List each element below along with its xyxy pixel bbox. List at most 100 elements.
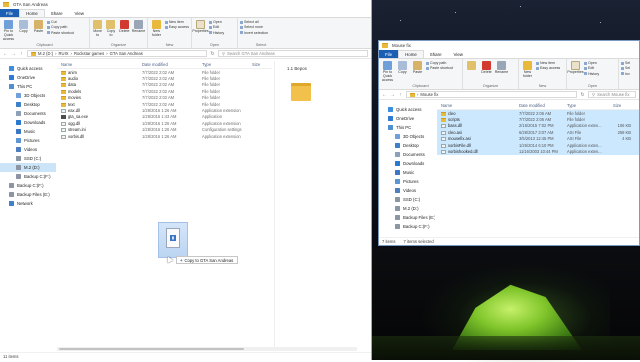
- easy-access-button[interactable]: Easy access: [536, 66, 560, 70]
- open-button[interactable]: Open: [584, 61, 599, 65]
- nav-item[interactable]: SSD (C:): [0, 154, 56, 163]
- column-size[interactable]: Size: [252, 62, 272, 67]
- nav-item[interactable]: Documents: [379, 150, 435, 159]
- easy-access-button[interactable]: Easy access: [164, 25, 189, 29]
- invert-selection-button[interactable]: Invert selection: [240, 31, 268, 35]
- nav-item[interactable]: This PC: [379, 123, 435, 132]
- column-name[interactable]: Name: [437, 103, 519, 108]
- file-row[interactable]: ogg.dll 1/28/2016 1:26 AM Application exte…: [57, 120, 272, 126]
- paste-button[interactable]: Paste: [32, 20, 45, 34]
- file-row[interactable]: cleo 7/7/2022 2:06 AM File folder: [437, 110, 639, 117]
- nav-item[interactable]: Backup Files (E:): [379, 213, 435, 222]
- nav-item[interactable]: Network: [0, 199, 56, 208]
- copy-path-button[interactable]: Copy path: [426, 61, 453, 65]
- file-row[interactable]: vorbis.dll 1/28/2016 1:26 AM Application e…: [57, 133, 272, 139]
- file-row[interactable]: eax.dll 1/28/2016 1:26 AM Application exte…: [57, 107, 272, 113]
- nav-item[interactable]: Backup C:(F:): [0, 172, 56, 181]
- file-row[interactable]: data 7/7/2022 2:02 AM File folder: [57, 82, 272, 88]
- back-arrow-icon[interactable]: ←: [382, 92, 387, 98]
- file-row[interactable]: vorbisFile.dll 1/26/2014 6:10 PM Applicati…: [437, 141, 639, 149]
- tab-home[interactable]: Home: [398, 50, 424, 58]
- nav-item[interactable]: Backup C:(F:): [379, 222, 435, 231]
- tab-file[interactable]: File: [379, 50, 399, 58]
- copy-path-button[interactable]: Copy path: [47, 25, 74, 29]
- nav-item[interactable]: Videos: [379, 186, 435, 195]
- nav-item[interactable]: Quick access: [379, 105, 435, 114]
- column-type[interactable]: Type: [202, 62, 252, 67]
- nav-item[interactable]: Quick access: [0, 64, 56, 73]
- nav-item[interactable]: Downloads: [0, 118, 56, 127]
- breadcrumb[interactable]: › Mouse fix: [406, 91, 577, 98]
- move-to-button[interactable]: Move to: [92, 20, 103, 38]
- horizontal-scrollbar[interactable]: [57, 347, 357, 351]
- file-row[interactable]: scripts 7/7/2022 2:06 AM File folder: [437, 116, 639, 123]
- delete-button[interactable]: Delete: [480, 61, 493, 75]
- nav-item[interactable]: M.2 (D:): [0, 163, 56, 172]
- delete-button[interactable]: Delete: [119, 20, 130, 34]
- open-button[interactable]: Open: [209, 20, 224, 24]
- file-row[interactable]: audio 7/7/2022 2:02 AM File folder: [57, 75, 272, 81]
- column-name[interactable]: Name: [57, 62, 142, 67]
- refresh-icon[interactable]: ↻: [210, 51, 215, 57]
- nav-item[interactable]: Desktop: [0, 100, 56, 109]
- select-none-button[interactable]: Sel: [621, 66, 630, 70]
- nav-item[interactable]: SSD (C:): [379, 195, 435, 204]
- column-type[interactable]: Type: [567, 103, 613, 108]
- new-item-button[interactable]: New item: [164, 20, 189, 24]
- copy-to-button[interactable]: Copy to: [105, 20, 116, 38]
- breadcrumb-item[interactable]: GTA San Andreas: [110, 51, 143, 56]
- file-row[interactable]: models 7/7/2022 2:02 AM File folder: [57, 88, 272, 94]
- column-date-modified[interactable]: Date modified: [519, 103, 567, 108]
- file-row[interactable]: text 7/7/2022 2:02 AM File folder: [57, 101, 272, 107]
- file-row[interactable]: anim 7/7/2022 2:02 AM File folder: [57, 69, 272, 75]
- column-size[interactable]: Size: [613, 103, 631, 108]
- nav-item[interactable]: M.2 (D:): [379, 204, 435, 213]
- column-date-modified[interactable]: Date modified: [142, 62, 202, 67]
- title-bar[interactable]: GTA San Andreas: [0, 0, 371, 9]
- scrollbar-thumb[interactable]: [59, 347, 244, 351]
- nav-item[interactable]: This PC: [0, 82, 56, 91]
- up-arrow-icon[interactable]: ↑: [19, 51, 24, 57]
- nav-item[interactable]: OneDrive: [379, 114, 435, 123]
- nav-item[interactable]: Pictures: [379, 177, 435, 186]
- breadcrumb-item[interactable]: Rockstar games: [74, 51, 104, 56]
- explorer-window-gta[interactable]: GTA San Andreas File Home Share View Pin…: [0, 0, 372, 360]
- cut-button[interactable]: Cut: [47, 20, 74, 24]
- new-folder-button[interactable]: New folder: [521, 61, 534, 79]
- history-button[interactable]: History: [209, 31, 224, 35]
- navigation-pane[interactable]: Quick access OneDrive This PC 3D Objects Des…: [0, 61, 56, 360]
- breadcrumb-item[interactable]: M.2 (D:): [38, 51, 53, 56]
- history-button[interactable]: History: [584, 72, 599, 76]
- select-all-button[interactable]: Sel: [621, 61, 630, 65]
- file-row[interactable]: stream.ini 1/28/2016 1:26 AM Configuration…: [57, 127, 272, 133]
- tab-share[interactable]: Share: [424, 50, 448, 58]
- nav-item[interactable]: Videos: [0, 145, 56, 154]
- invert-selection-button[interactable]: Inv: [621, 72, 630, 76]
- nav-item[interactable]: Documents: [0, 109, 56, 118]
- select-none-button[interactable]: Select none: [240, 25, 268, 29]
- move-to-button[interactable]: [465, 61, 478, 70]
- forward-arrow-icon[interactable]: →: [390, 92, 395, 98]
- file-row[interactable]: movies 7/7/2022 2:02 AM File folder: [57, 95, 272, 101]
- copy-button[interactable]: Copy: [396, 61, 409, 75]
- nav-item[interactable]: Music: [379, 168, 435, 177]
- breadcrumb-item[interactable]: RUIX: [59, 51, 69, 56]
- pin-quick-access-button[interactable]: Pin to Quick access: [381, 61, 394, 82]
- tab-view[interactable]: View: [69, 9, 90, 17]
- back-arrow-icon[interactable]: ←: [3, 51, 8, 57]
- paste-button[interactable]: Paste: [411, 61, 424, 75]
- title-bar[interactable]: Mouse fix: [379, 41, 639, 50]
- search-input[interactable]: ⚲ Search GTA San Andreas: [218, 50, 368, 57]
- breadcrumb-item[interactable]: Mouse fix: [420, 92, 438, 97]
- tab-file[interactable]: File: [0, 9, 20, 17]
- tab-share[interactable]: Share: [45, 9, 69, 17]
- file-row[interactable]: cleo.asi 6/28/2017 3:07 AM ASI File 258 KB: [437, 129, 639, 136]
- select-all-button[interactable]: Select all: [240, 20, 268, 24]
- nav-item[interactable]: OneDrive: [0, 73, 56, 82]
- nav-item[interactable]: Music: [0, 127, 56, 136]
- rename-button[interactable]: Rename: [495, 61, 508, 75]
- nav-item[interactable]: Desktop: [379, 141, 435, 150]
- file-row[interactable]: mousefix.asi 3/5/2013 12:45 PM ASI File 4 K…: [437, 135, 639, 142]
- edit-button[interactable]: Edit: [584, 66, 599, 70]
- properties-button[interactable]: Properties: [567, 61, 584, 75]
